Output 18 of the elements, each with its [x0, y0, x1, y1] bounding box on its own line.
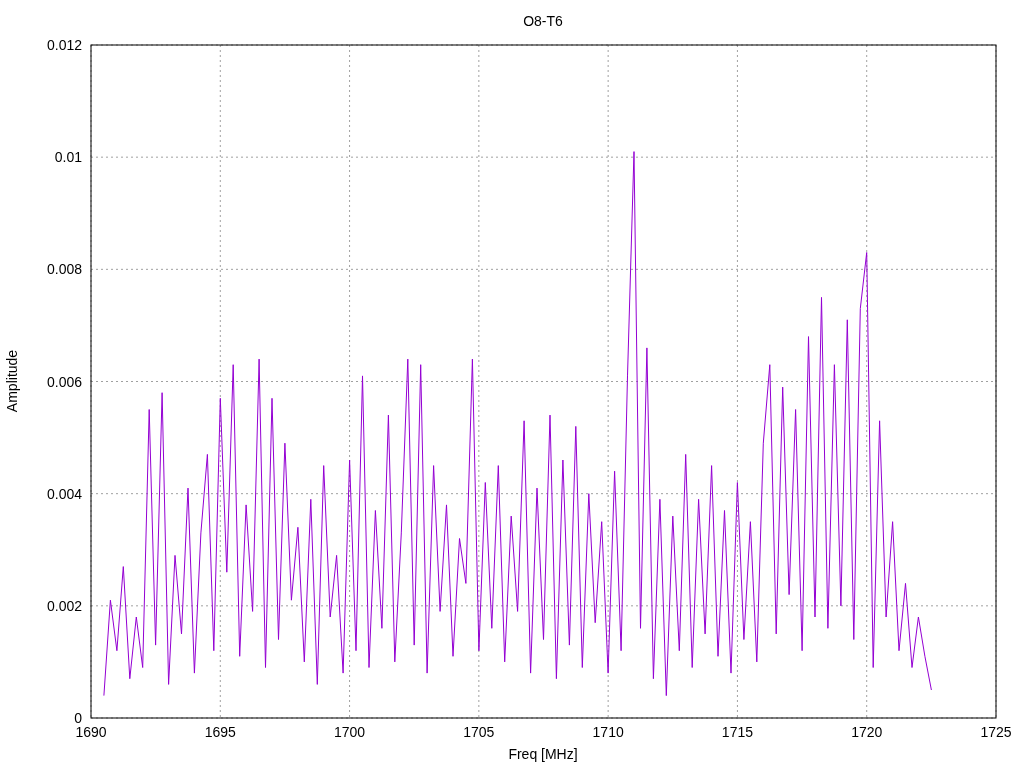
- chart-title: O8-T6: [523, 13, 563, 29]
- x-tick-label: 1710: [592, 724, 624, 740]
- y-tick-label: 0.006: [46, 373, 82, 390]
- x-tick-label: 1700: [334, 724, 366, 740]
- y-tick-label: 0.012: [46, 37, 82, 53]
- y-tick-label: 0.01: [54, 149, 82, 166]
- y-tick-label: 0.008: [46, 261, 82, 278]
- x-tick-label: 1720: [851, 724, 883, 740]
- x-tick-label: 1705: [463, 724, 495, 740]
- y-tick-label: 0.004: [46, 485, 82, 502]
- y-tick-label: 0: [74, 710, 82, 726]
- x-tick-label: 1690: [75, 724, 107, 740]
- x-tick-label: 1695: [204, 724, 236, 740]
- x-axis-label: Freq [MHz]: [508, 746, 578, 762]
- y-tick-label: 0.002: [46, 597, 82, 614]
- y-axis-label: Amplitude: [4, 349, 20, 413]
- x-tick-label: 1725: [980, 724, 1012, 740]
- x-tick-label: 1715: [721, 724, 753, 740]
